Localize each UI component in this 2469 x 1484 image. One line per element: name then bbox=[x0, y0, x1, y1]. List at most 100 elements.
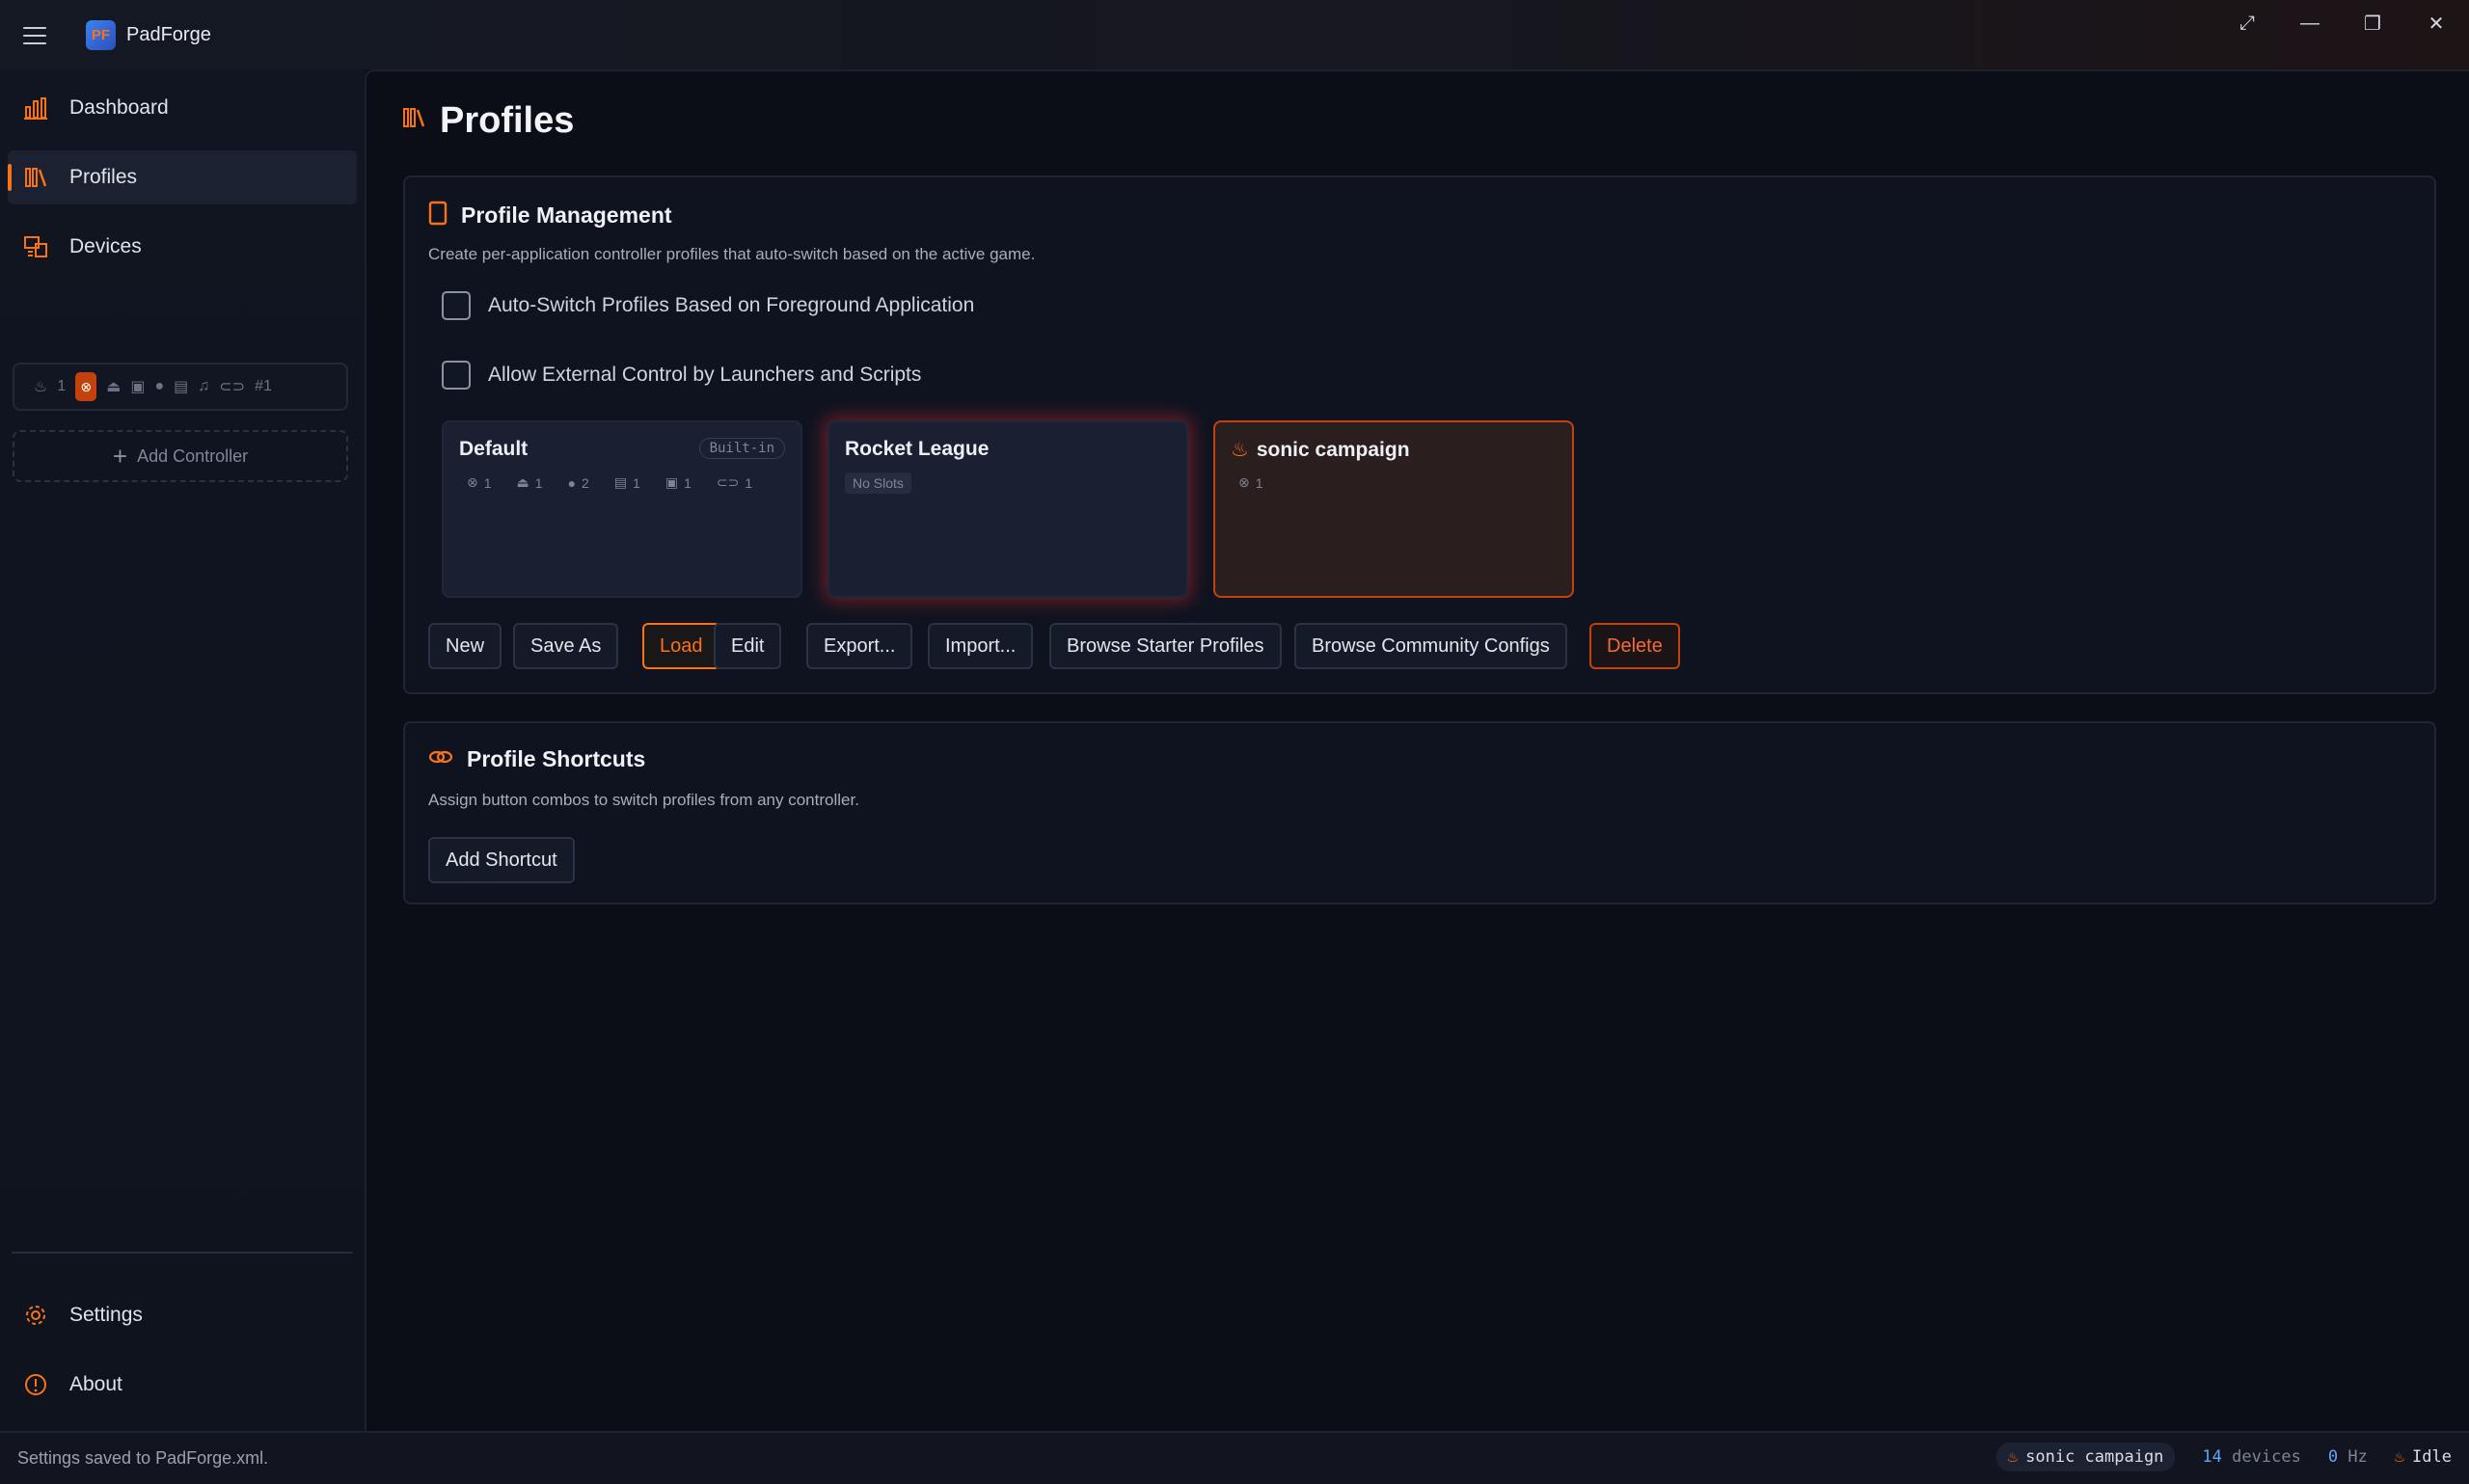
sidebar-item-about[interactable]: About bbox=[8, 1358, 357, 1412]
sidebar-item-label: About bbox=[69, 1373, 122, 1395]
link-icon[interactable]: ⊂⊃ bbox=[219, 377, 245, 396]
delete-button[interactable]: Delete bbox=[1589, 623, 1680, 669]
stat-value: 1 bbox=[684, 474, 692, 491]
device-count-value: 14 bbox=[2202, 1447, 2222, 1467]
bookmark-icon bbox=[428, 201, 448, 230]
page-header: Profiles bbox=[401, 100, 574, 142]
profiles-icon bbox=[23, 165, 50, 190]
engine-state-label: Idle bbox=[2412, 1447, 2452, 1467]
export-button[interactable]: Export... bbox=[806, 623, 913, 669]
new-profile-button[interactable]: New bbox=[428, 623, 502, 669]
xbox-icon: ⊗ bbox=[467, 474, 478, 490]
sidebar-item-label: Settings bbox=[69, 1304, 143, 1326]
user-icon[interactable]: ● bbox=[155, 378, 165, 395]
active-profile-name: sonic campaign bbox=[2025, 1447, 2164, 1467]
profile-name: Default bbox=[459, 438, 529, 460]
device-count-label: devices bbox=[2232, 1447, 2301, 1467]
flame-icon: ♨ bbox=[1231, 439, 1249, 461]
gamepad-icon[interactable]: ▣ bbox=[130, 377, 145, 396]
active-indicator bbox=[8, 164, 12, 191]
keyboard-icon[interactable]: ▤ bbox=[174, 377, 188, 396]
profile-stats: ⊗ 1 bbox=[1238, 474, 1263, 491]
profile-card-sonic-campaign[interactable]: ♨ sonic campaign ⊗ 1 bbox=[1213, 420, 1574, 598]
hz-value: 0 bbox=[2327, 1447, 2339, 1467]
profile-name: Rocket League bbox=[845, 438, 990, 460]
card-header: Profile Shortcuts bbox=[428, 746, 645, 772]
xbox-controller-icon[interactable]: ⊗ bbox=[75, 372, 97, 401]
device-count: 14 devices bbox=[2202, 1447, 2300, 1467]
app-logo: PF bbox=[86, 20, 116, 50]
auto-switch-checkbox[interactable] bbox=[442, 291, 471, 320]
link-count: ⊂⊃ 1 bbox=[717, 474, 752, 491]
auto-switch-option[interactable]: Auto-Switch Profiles Based on Foreground… bbox=[442, 291, 974, 320]
flame-icon: ♨ bbox=[2007, 1447, 2019, 1467]
save-as-button[interactable]: Save As bbox=[513, 623, 619, 669]
status-indicators: ♨ sonic campaign 14 devices 0 Hz ♨ Idle bbox=[1995, 1443, 2452, 1471]
xbox-count: ⊗ 1 bbox=[467, 474, 492, 491]
profile-management-card: Profile Management Create per-applicatio… bbox=[403, 175, 2436, 694]
load-button[interactable]: Load bbox=[642, 623, 720, 669]
external-control-checkbox[interactable] bbox=[442, 361, 471, 390]
stat-value: 1 bbox=[745, 474, 753, 491]
link-icon bbox=[428, 747, 453, 771]
add-shortcut-button[interactable]: Add Shortcut bbox=[428, 837, 575, 883]
card-title: Profile Shortcuts bbox=[467, 746, 646, 771]
restore-icon[interactable]: ❐ bbox=[2346, 8, 2400, 39]
profile-name: sonic campaign bbox=[1256, 438, 1410, 461]
gamepad-icon: ▣ bbox=[665, 474, 679, 490]
active-profile-pill[interactable]: ♨ sonic campaign bbox=[1995, 1443, 2176, 1471]
gamepad-count: ▣ 1 bbox=[665, 474, 692, 491]
plus-icon: + bbox=[112, 441, 128, 471]
card-description: Create per-application controller profil… bbox=[428, 245, 1036, 263]
user-count: ● 2 bbox=[568, 474, 589, 491]
info-icon bbox=[23, 1372, 50, 1397]
built-in-badge: Built-in bbox=[698, 438, 785, 459]
midi-icon[interactable]: ♫ bbox=[198, 378, 209, 395]
gear-icon bbox=[23, 1303, 50, 1328]
keyboard-icon: ▤ bbox=[613, 474, 628, 490]
browse-community-configs-button[interactable]: Browse Community Configs bbox=[1294, 623, 1567, 669]
sidebar: Dashboard Profiles Devices ♨ 1 ⊗ ⏏ ▣ ● ▤… bbox=[0, 69, 365, 1431]
dualshock-icon[interactable]: ⏏ bbox=[106, 377, 121, 396]
hamburger-menu-icon[interactable] bbox=[23, 27, 46, 44]
profile-card-default[interactable]: Default Built-in ⊗ 1 ⏏ 1 ● 2 ▤ 1 ▣ 1 ⊂⊃ 1 bbox=[442, 420, 802, 598]
stat-value: 1 bbox=[633, 474, 640, 491]
checkbox-label: Auto-Switch Profiles Based on Foreground… bbox=[488, 294, 975, 316]
dashboard-icon bbox=[23, 95, 50, 121]
sidebar-item-profiles[interactable]: Profiles bbox=[8, 150, 357, 204]
xbox-icon: ⊗ bbox=[1238, 474, 1250, 490]
sidebar-item-label: Dashboard bbox=[69, 96, 169, 119]
status-bar: Settings saved to PadForge.xml. ♨ sonic … bbox=[0, 1431, 2469, 1484]
profiles-icon bbox=[401, 105, 426, 137]
external-control-option[interactable]: Allow External Control by Launchers and … bbox=[442, 361, 921, 390]
user-icon: ● bbox=[567, 474, 577, 491]
edit-button[interactable]: Edit bbox=[714, 623, 782, 669]
keyboard-count: ▤ 1 bbox=[614, 474, 640, 491]
minimize-icon[interactable]: — bbox=[2283, 8, 2337, 39]
divider bbox=[12, 1252, 353, 1254]
card-header: Profile Management bbox=[428, 201, 672, 230]
controller-slot[interactable]: ♨ 1 ⊗ ⏏ ▣ ● ▤ ♫ ⊂⊃ #1 bbox=[13, 363, 348, 411]
profile-card-rocket-league[interactable]: Rocket League No Slots bbox=[828, 420, 1188, 598]
add-controller-button[interactable]: + Add Controller bbox=[13, 430, 348, 482]
app-title: PadForge bbox=[126, 24, 211, 45]
import-button[interactable]: Import... bbox=[928, 623, 1034, 669]
close-icon[interactable]: ✕ bbox=[2409, 8, 2463, 39]
xbox-count: ⊗ 1 bbox=[1238, 474, 1263, 491]
stat-value: 1 bbox=[534, 474, 543, 491]
fullscreen-icon[interactable]: ⤢ bbox=[2220, 8, 2274, 39]
hz-label: Hz bbox=[2347, 1447, 2368, 1467]
slot-count: 1 bbox=[57, 378, 67, 394]
profile-shortcuts-card: Profile Shortcuts Assign button combos t… bbox=[403, 721, 2436, 904]
browse-starter-profiles-button[interactable]: Browse Starter Profiles bbox=[1049, 623, 1282, 669]
sidebar-item-dashboard[interactable]: Dashboard bbox=[8, 81, 357, 135]
sidebar-item-settings[interactable]: Settings bbox=[8, 1288, 357, 1342]
sidebar-item-devices[interactable]: Devices bbox=[8, 220, 357, 274]
stat-value: 2 bbox=[582, 474, 589, 491]
no-slots-badge: No Slots bbox=[845, 472, 911, 494]
title-bar: PF PadForge ⤢ — ❐ ✕ bbox=[0, 0, 2469, 69]
stat-value: 1 bbox=[483, 474, 492, 491]
devices-icon bbox=[23, 234, 50, 259]
card-description: Assign button combos to switch profiles … bbox=[428, 791, 859, 809]
profile-stats: ⊗ 1 ⏏ 1 ● 2 ▤ 1 ▣ 1 ⊂⊃ 1 bbox=[467, 474, 752, 491]
